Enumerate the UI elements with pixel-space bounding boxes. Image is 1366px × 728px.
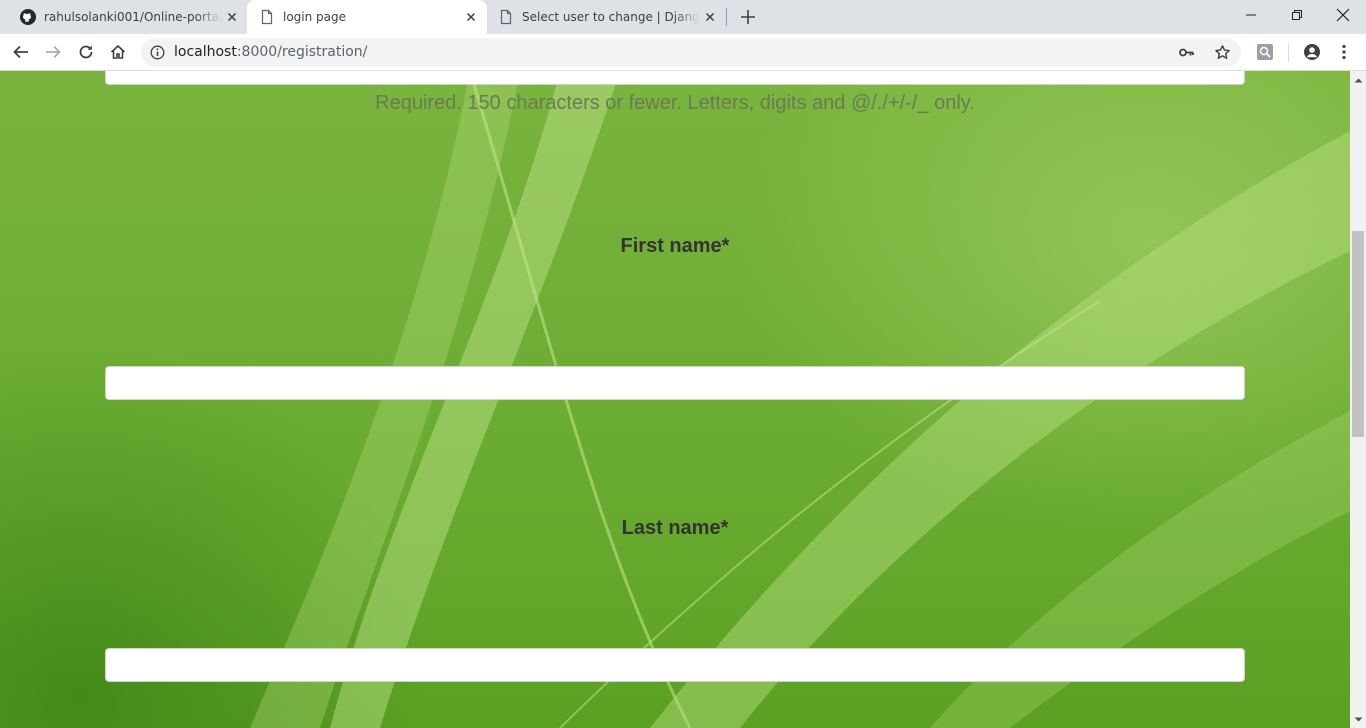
page-icon xyxy=(261,9,273,25)
profile-icon[interactable] xyxy=(1303,43,1321,61)
site-info-icon[interactable] xyxy=(150,45,165,60)
scroll-up-button[interactable] xyxy=(1350,71,1366,88)
tab-separator xyxy=(726,8,727,26)
menu-dots-icon[interactable] xyxy=(1335,43,1353,61)
vertical-scrollbar[interactable] xyxy=(1350,71,1366,728)
page-viewport: Required. 150 characters or fewer. Lette… xyxy=(0,71,1350,728)
tab-github[interactable]: rahulsolanki001/Online-portal: Th xyxy=(8,0,248,34)
address-bar[interactable]: localhost:8000/registration/ xyxy=(141,38,1241,67)
scroll-down-arrow-icon xyxy=(1354,717,1362,721)
scroll-up-arrow-icon xyxy=(1354,78,1362,82)
url-text: localhost:8000/registration/ xyxy=(174,44,367,61)
tab-title: login page xyxy=(283,10,347,24)
scroll-down-button[interactable] xyxy=(1350,711,1366,728)
restore-button[interactable] xyxy=(1274,0,1320,30)
close-tab-icon[interactable] xyxy=(463,9,479,25)
tab-django-admin[interactable]: Select user to change | Django si xyxy=(486,0,726,34)
close-window-button[interactable] xyxy=(1320,0,1366,30)
username-help-text: Required. 150 characters or fewer. Lette… xyxy=(375,92,975,114)
reload-icon[interactable] xyxy=(77,43,95,61)
first-name-label: First name* xyxy=(620,235,730,257)
forward-arrow-icon[interactable] xyxy=(44,43,62,61)
new-tab-icon[interactable] xyxy=(738,7,758,27)
tab-strip: rahulsolanki001/Online-portal: Th login … xyxy=(0,0,1366,34)
close-tab-icon[interactable] xyxy=(224,9,240,25)
last-name-input[interactable] xyxy=(105,648,1245,682)
github-icon xyxy=(20,9,36,25)
url-path: :8000/registration/ xyxy=(236,44,368,60)
close-tab-icon[interactable] xyxy=(702,9,718,25)
extension-search-icon[interactable] xyxy=(1256,43,1274,61)
tab-login-page[interactable]: login page xyxy=(247,0,487,34)
url-host: localhost xyxy=(174,44,237,60)
close-icon xyxy=(1336,8,1350,22)
scrollbar-thumb[interactable] xyxy=(1352,231,1364,437)
key-icon[interactable] xyxy=(1178,44,1195,61)
home-icon[interactable] xyxy=(109,43,127,61)
back-arrow-icon[interactable] xyxy=(12,43,30,61)
page-icon xyxy=(500,9,512,25)
username-input[interactable] xyxy=(105,71,1245,85)
tab-title: Select user to change | Django si xyxy=(522,10,700,24)
browser-toolbar: localhost:8000/registration/ xyxy=(0,34,1366,71)
first-name-input[interactable] xyxy=(105,366,1245,400)
toolbar-divider xyxy=(1288,43,1289,62)
restore-icon xyxy=(1292,10,1302,20)
minimize-button[interactable] xyxy=(1228,0,1274,30)
minimize-icon xyxy=(1246,14,1256,16)
star-icon[interactable] xyxy=(1214,44,1231,61)
last-name-label: Last name* xyxy=(621,517,729,539)
tab-title: rahulsolanki001/Online-portal: Th xyxy=(44,10,222,24)
